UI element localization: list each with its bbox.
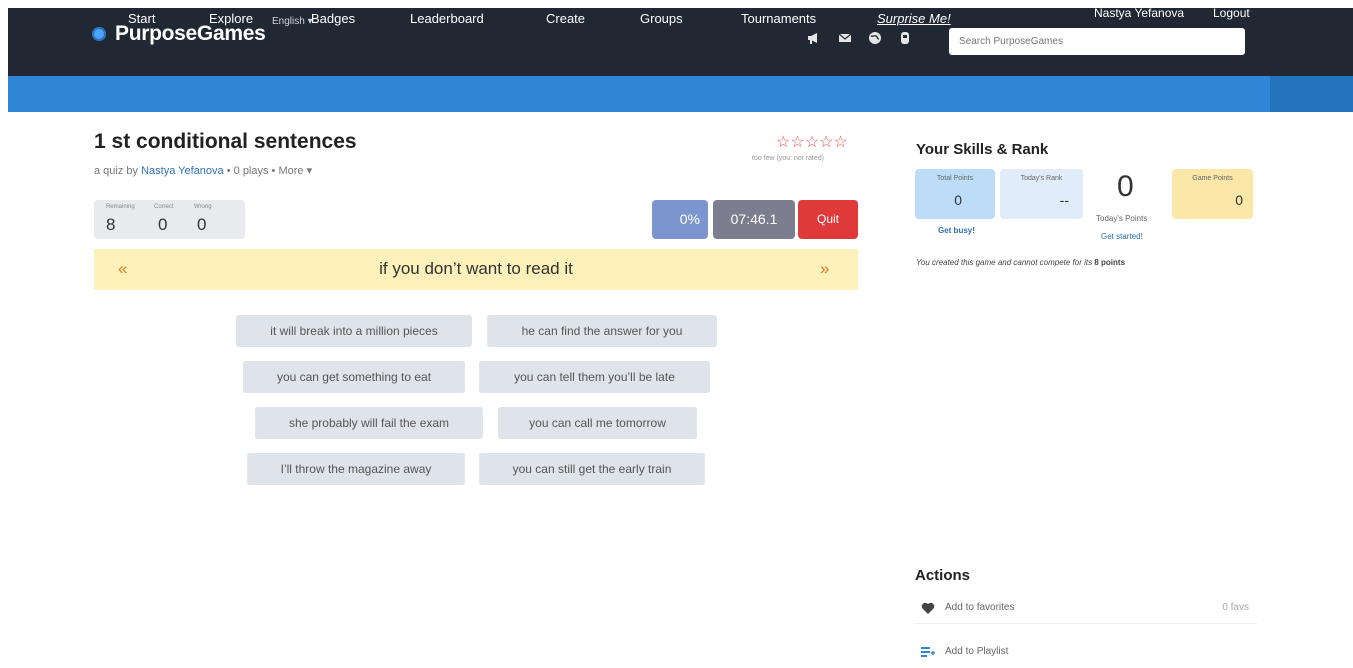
- notice-text: You created this game and cannot compete…: [916, 258, 1093, 267]
- answer-option[interactable]: he can find the answer for you: [487, 315, 717, 347]
- answer-option[interactable]: she probably will fail the exam: [255, 407, 483, 439]
- add-to-favorites-label: Add to favorites: [945, 602, 1015, 613]
- remaining-label: Remaining: [106, 204, 135, 210]
- playlist-icon: [921, 646, 935, 661]
- quiz-byline: a quiz by Nastya Yefanova • 0 plays • Mo…: [94, 164, 312, 177]
- user-name-link[interactable]: Nastya Yefanova: [1094, 6, 1184, 20]
- mail-icon[interactable]: [837, 30, 853, 46]
- answer-option[interactable]: it will break into a million pieces: [236, 315, 472, 347]
- logout-link[interactable]: Logout: [1213, 6, 1250, 20]
- add-to-favorites-row[interactable]: Add to favorites 0 favs: [915, 594, 1257, 624]
- quiz-title: 1 st conditional sentences: [94, 130, 357, 153]
- todays-rank-box: Today's Rank --: [1000, 169, 1083, 219]
- rating-stars[interactable]: ☆☆☆☆☆: [776, 132, 848, 152]
- skills-rank-title: Your Skills & Rank: [916, 141, 1049, 158]
- megaphone-icon[interactable]: [806, 30, 822, 46]
- total-points-box: Total Points 0: [915, 169, 995, 219]
- answer-option[interactable]: you can tell them you’ll be late: [479, 361, 710, 393]
- answer-option[interactable]: I’ll throw the magazine away: [247, 453, 465, 485]
- nav-explore[interactable]: Explore: [209, 11, 253, 26]
- nav-tournaments[interactable]: Tournaments: [741, 11, 816, 26]
- total-points-value: 0: [954, 192, 962, 208]
- remaining-value: 8: [106, 215, 116, 234]
- answer-option[interactable]: you can get something to eat: [243, 361, 465, 393]
- favorites-count: 0 favs: [1222, 602, 1249, 613]
- timer-display: 07:46.1: [713, 200, 795, 239]
- todays-rank-value: --: [1059, 192, 1069, 208]
- compete-notice: You created this game and cannot compete…: [916, 258, 1125, 267]
- todays-points-label: Today's Points: [1096, 214, 1148, 223]
- profile-icon[interactable]: [897, 30, 913, 46]
- nav-badges[interactable]: Badges: [311, 11, 355, 26]
- nav-surprise-me[interactable]: Surprise Me!: [877, 11, 951, 26]
- question-text: if you don’t want to read it: [379, 259, 573, 278]
- add-to-playlist-row[interactable]: Add to Playlist: [915, 638, 1257, 668]
- todays-rank-label: Today's Rank: [1020, 175, 1063, 182]
- nav-create[interactable]: Create: [546, 11, 585, 26]
- notice-points: 8 points: [1094, 258, 1126, 267]
- add-to-playlist-label: Add to Playlist: [945, 646, 1009, 657]
- nav-groups[interactable]: Groups: [640, 11, 683, 26]
- more-dropdown[interactable]: More ▾: [278, 165, 312, 177]
- logo-dot-icon: [92, 27, 106, 41]
- question-bar: if you don’t want to read it « »: [94, 249, 858, 290]
- score-counters: Remaining Correct Wrong 8 0 0: [94, 200, 245, 239]
- percent-indicator: 0%: [652, 200, 708, 239]
- get-started-link[interactable]: Get started!: [1101, 232, 1143, 241]
- nav-extension: [1270, 76, 1353, 112]
- correct-value: 0: [158, 215, 168, 234]
- prev-question-button[interactable]: «: [118, 259, 127, 279]
- nav-leaderboard[interactable]: Leaderboard: [410, 11, 484, 26]
- plays-count: • 0 plays •: [226, 165, 276, 177]
- rating-note: too few (you: not rated): [752, 155, 824, 162]
- wrong-value: 0: [197, 215, 207, 234]
- language-selector[interactable]: English ▾: [272, 16, 313, 27]
- quit-button[interactable]: Quit: [798, 200, 858, 239]
- search-input[interactable]: [949, 28, 1245, 55]
- main-nav: [8, 76, 1270, 112]
- total-points-label: Total Points: [936, 175, 974, 182]
- heart-icon: [921, 602, 935, 618]
- author-link[interactable]: Nastya Yefanova: [141, 165, 224, 177]
- byline-prefix: a quiz by: [94, 165, 139, 177]
- nav-start[interactable]: Start: [128, 11, 155, 26]
- game-points-box: Game Points 0: [1172, 169, 1253, 219]
- answer-option[interactable]: you can still get the early train: [479, 453, 705, 485]
- globe-icon[interactable]: [867, 30, 883, 46]
- answer-option[interactable]: you can call me tomorrow: [498, 407, 697, 439]
- game-points-value: 0: [1235, 192, 1243, 208]
- todays-points-value: 0: [1117, 170, 1134, 203]
- wrong-label: Wrong: [194, 204, 212, 210]
- actions-title: Actions: [915, 567, 971, 584]
- next-question-button[interactable]: »: [820, 259, 829, 279]
- game-points-label: Game Points: [1192, 175, 1233, 182]
- get-busy-link[interactable]: Get busy!: [938, 226, 975, 235]
- correct-label: Correct: [154, 204, 174, 210]
